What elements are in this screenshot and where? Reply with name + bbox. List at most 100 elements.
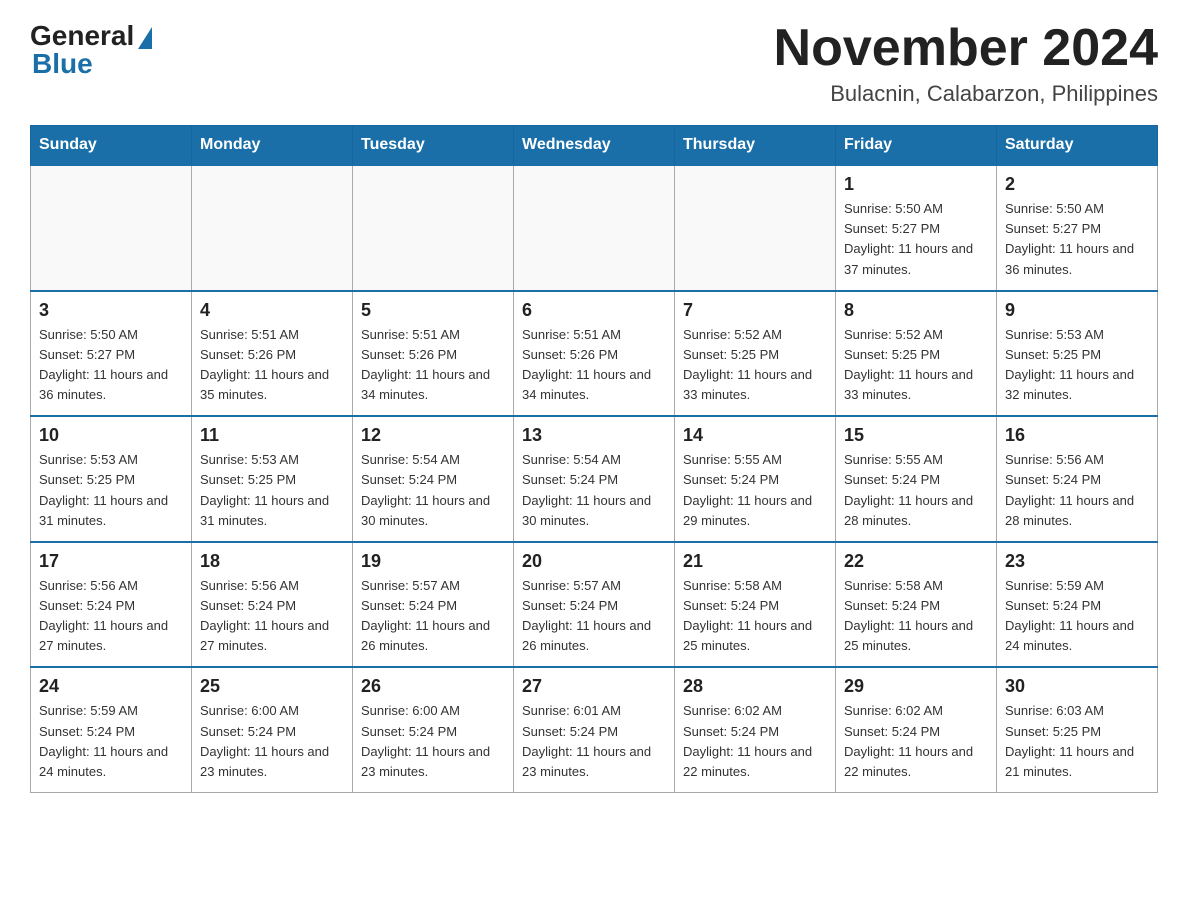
day-number: 17 — [39, 551, 183, 572]
day-number: 1 — [844, 174, 988, 195]
day-info: Sunrise: 5:52 AMSunset: 5:25 PMDaylight:… — [683, 325, 827, 406]
day-info: Sunrise: 5:51 AMSunset: 5:26 PMDaylight:… — [200, 325, 344, 406]
day-of-week-header: Monday — [192, 126, 353, 166]
calendar-cell: 5 Sunrise: 5:51 AMSunset: 5:26 PMDaylight… — [353, 291, 514, 417]
calendar-cell: 26Sunrise: 6:00 AMSunset: 5:24 PMDayligh… — [353, 667, 514, 792]
day-number: 2 — [1005, 174, 1149, 195]
day-number: 30 — [1005, 676, 1149, 697]
calendar-cell: 1 Sunrise: 5:50 AMSunset: 5:27 PMDaylight… — [836, 165, 997, 291]
day-number: 23 — [1005, 551, 1149, 572]
day-number: 13 — [522, 425, 666, 446]
day-info: Sunrise: 5:50 AMSunset: 5:27 PMDaylight:… — [844, 199, 988, 280]
calendar-cell: 10Sunrise: 5:53 AMSunset: 5:25 PMDayligh… — [31, 416, 192, 542]
calendar-week-row: 17 Sunrise: 5:56 AMSunset: 5:24 PMDayligh… — [31, 542, 1158, 668]
page-header: General Blue November 2024 Bulacnin, Cal… — [30, 20, 1158, 107]
day-of-week-header: Friday — [836, 126, 997, 166]
calendar-cell — [31, 165, 192, 291]
day-number: 25 — [200, 676, 344, 697]
calendar-cell: 17 Sunrise: 5:56 AMSunset: 5:24 PMDayligh… — [31, 542, 192, 668]
main-title: November 2024 — [774, 20, 1158, 77]
day-number: 15 — [844, 425, 988, 446]
calendar-cell: 6 Sunrise: 5:51 AMSunset: 5:26 PMDaylight… — [514, 291, 675, 417]
calendar-cell: 28Sunrise: 6:02 AMSunset: 5:24 PMDayligh… — [675, 667, 836, 792]
calendar-cell: 30 Sunrise: 6:03 AMSunset: 5:25 PMDayligh… — [997, 667, 1158, 792]
day-number: 14 — [683, 425, 827, 446]
day-info: Sunrise: 5:56 AMSunset: 5:24 PMDaylight:… — [200, 576, 344, 657]
day-number: 29 — [844, 676, 988, 697]
day-info: Sunrise: 5:52 AMSunset: 5:25 PMDaylight:… — [844, 325, 988, 406]
calendar-cell — [192, 165, 353, 291]
calendar-week-row: 10Sunrise: 5:53 AMSunset: 5:25 PMDayligh… — [31, 416, 1158, 542]
calendar-cell — [675, 165, 836, 291]
day-number: 8 — [844, 300, 988, 321]
day-number: 4 — [200, 300, 344, 321]
day-number: 22 — [844, 551, 988, 572]
location-subtitle: Bulacnin, Calabarzon, Philippines — [774, 81, 1158, 107]
day-number: 7 — [683, 300, 827, 321]
calendar-cell: 25 Sunrise: 6:00 AMSunset: 5:24 PMDayligh… — [192, 667, 353, 792]
calendar-cell: 18 Sunrise: 5:56 AMSunset: 5:24 PMDayligh… — [192, 542, 353, 668]
day-info: Sunrise: 5:51 AMSunset: 5:26 PMDaylight:… — [522, 325, 666, 406]
day-info: Sunrise: 5:56 AMSunset: 5:24 PMDaylight:… — [39, 576, 183, 657]
logo: General Blue — [30, 20, 152, 80]
day-info: Sunrise: 5:50 AMSunset: 5:27 PMDaylight:… — [39, 325, 183, 406]
day-of-week-header: Sunday — [31, 126, 192, 166]
calendar-cell: 7 Sunrise: 5:52 AMSunset: 5:25 PMDaylight… — [675, 291, 836, 417]
day-number: 24 — [39, 676, 183, 697]
day-info: Sunrise: 5:58 AMSunset: 5:24 PMDaylight:… — [844, 576, 988, 657]
calendar-cell: 13 Sunrise: 5:54 AMSunset: 5:24 PMDayligh… — [514, 416, 675, 542]
calendar-cell: 24 Sunrise: 5:59 AMSunset: 5:24 PMDayligh… — [31, 667, 192, 792]
logo-blue-text: Blue — [32, 48, 93, 80]
day-number: 16 — [1005, 425, 1149, 446]
calendar-cell: 12Sunrise: 5:54 AMSunset: 5:24 PMDayligh… — [353, 416, 514, 542]
day-info: Sunrise: 6:03 AMSunset: 5:25 PMDaylight:… — [1005, 701, 1149, 782]
calendar-cell — [353, 165, 514, 291]
day-number: 5 — [361, 300, 505, 321]
calendar-cell: 2Sunrise: 5:50 AMSunset: 5:27 PMDaylight… — [997, 165, 1158, 291]
day-info: Sunrise: 5:53 AMSunset: 5:25 PMDaylight:… — [1005, 325, 1149, 406]
day-number: 6 — [522, 300, 666, 321]
day-info: Sunrise: 6:02 AMSunset: 5:24 PMDaylight:… — [844, 701, 988, 782]
day-number: 18 — [200, 551, 344, 572]
calendar-cell: 29 Sunrise: 6:02 AMSunset: 5:24 PMDayligh… — [836, 667, 997, 792]
logo-triangle-icon — [138, 27, 152, 49]
day-info: Sunrise: 5:59 AMSunset: 5:24 PMDaylight:… — [1005, 576, 1149, 657]
day-info: Sunrise: 5:53 AMSunset: 5:25 PMDaylight:… — [39, 450, 183, 531]
day-of-week-header: Saturday — [997, 126, 1158, 166]
day-number: 27 — [522, 676, 666, 697]
day-number: 26 — [361, 676, 505, 697]
calendar-cell: 19Sunrise: 5:57 AMSunset: 5:24 PMDayligh… — [353, 542, 514, 668]
day-info: Sunrise: 6:00 AMSunset: 5:24 PMDaylight:… — [200, 701, 344, 782]
calendar-cell: 11 Sunrise: 5:53 AMSunset: 5:25 PMDayligh… — [192, 416, 353, 542]
calendar-cell — [514, 165, 675, 291]
calendar-week-row: 1 Sunrise: 5:50 AMSunset: 5:27 PMDaylight… — [31, 165, 1158, 291]
day-info: Sunrise: 5:55 AMSunset: 5:24 PMDaylight:… — [683, 450, 827, 531]
day-number: 11 — [200, 425, 344, 446]
calendar-cell: 22 Sunrise: 5:58 AMSunset: 5:24 PMDayligh… — [836, 542, 997, 668]
day-info: Sunrise: 5:59 AMSunset: 5:24 PMDaylight:… — [39, 701, 183, 782]
calendar-cell: 27Sunrise: 6:01 AMSunset: 5:24 PMDayligh… — [514, 667, 675, 792]
day-number: 9 — [1005, 300, 1149, 321]
day-info: Sunrise: 5:51 AMSunset: 5:26 PMDaylight:… — [361, 325, 505, 406]
day-number: 12 — [361, 425, 505, 446]
calendar-cell: 15 Sunrise: 5:55 AMSunset: 5:24 PMDayligh… — [836, 416, 997, 542]
calendar-cell: 16 Sunrise: 5:56 AMSunset: 5:24 PMDayligh… — [997, 416, 1158, 542]
calendar-cell: 14 Sunrise: 5:55 AMSunset: 5:24 PMDayligh… — [675, 416, 836, 542]
calendar-week-row: 3Sunrise: 5:50 AMSunset: 5:27 PMDaylight… — [31, 291, 1158, 417]
calendar-cell: 21Sunrise: 5:58 AMSunset: 5:24 PMDayligh… — [675, 542, 836, 668]
day-info: Sunrise: 5:54 AMSunset: 5:24 PMDaylight:… — [522, 450, 666, 531]
day-of-week-header: Tuesday — [353, 126, 514, 166]
title-block: November 2024 Bulacnin, Calabarzon, Phil… — [774, 20, 1158, 107]
calendar-cell: 3Sunrise: 5:50 AMSunset: 5:27 PMDaylight… — [31, 291, 192, 417]
calendar-week-row: 24 Sunrise: 5:59 AMSunset: 5:24 PMDayligh… — [31, 667, 1158, 792]
day-of-week-header: Thursday — [675, 126, 836, 166]
calendar-cell: 4 Sunrise: 5:51 AMSunset: 5:26 PMDaylight… — [192, 291, 353, 417]
day-info: Sunrise: 5:55 AMSunset: 5:24 PMDaylight:… — [844, 450, 988, 531]
day-number: 20 — [522, 551, 666, 572]
calendar-body: 1 Sunrise: 5:50 AMSunset: 5:27 PMDaylight… — [31, 165, 1158, 792]
day-info: Sunrise: 5:56 AMSunset: 5:24 PMDaylight:… — [1005, 450, 1149, 531]
days-of-week-row: SundayMondayTuesdayWednesdayThursdayFrid… — [31, 126, 1158, 166]
day-info: Sunrise: 5:53 AMSunset: 5:25 PMDaylight:… — [200, 450, 344, 531]
calendar-header: SundayMondayTuesdayWednesdayThursdayFrid… — [31, 126, 1158, 166]
day-info: Sunrise: 5:58 AMSunset: 5:24 PMDaylight:… — [683, 576, 827, 657]
